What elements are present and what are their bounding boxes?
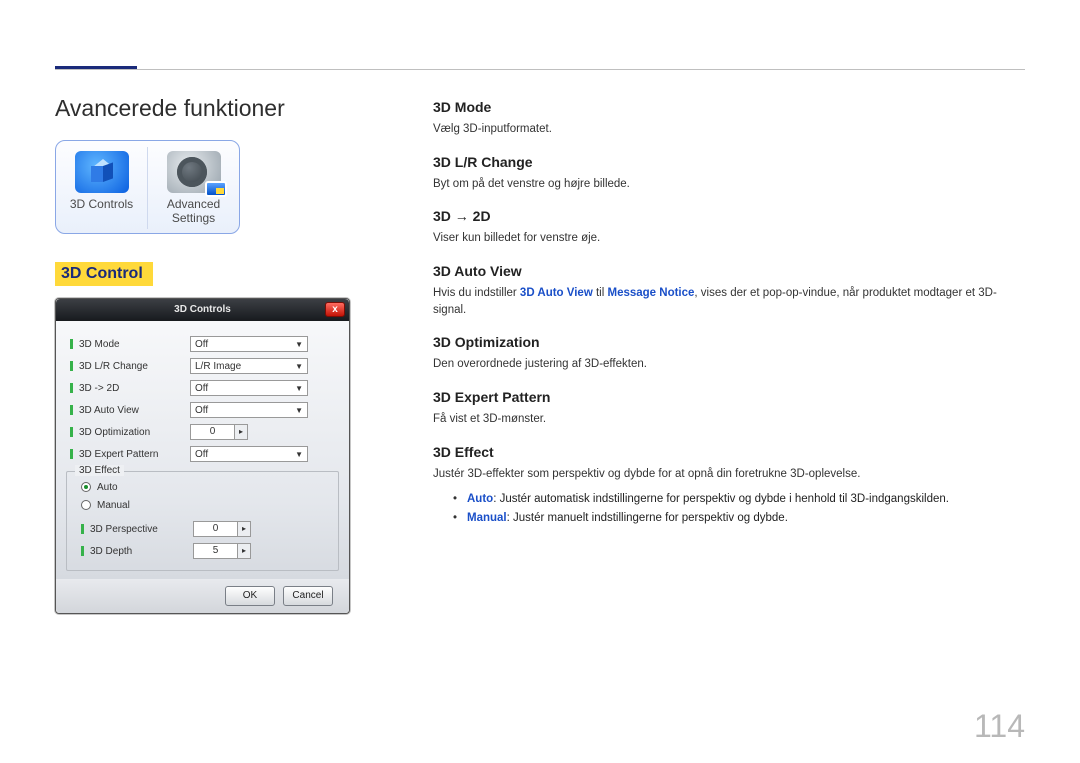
label-3d-to-2d: 3D -> 2D [79, 383, 119, 394]
chevron-down-icon: ▼ [295, 362, 303, 371]
group-3d-effect: 3D Effect Auto Manual 3D Perspective [66, 471, 339, 571]
keyword-message-notice: Message Notice [607, 287, 694, 299]
tile-3d-controls-label: 3D Controls [58, 197, 145, 211]
heading-3d-to-2d: 3D → 2D [433, 208, 1025, 224]
text-3d-auto-view: Hvis du indstiller 3D Auto View til Mess… [433, 285, 1025, 318]
heading-3d-optimization: 3D Optimization [433, 334, 1025, 350]
tile-advanced-label-1: Advanced [150, 197, 237, 211]
spinner-up-icon[interactable]: ▸ [237, 543, 251, 559]
row-3d-auto-view: 3D Auto View Off ▼ [70, 399, 339, 421]
gear-icon [167, 151, 221, 193]
tile-advanced-label-2: Settings [150, 211, 237, 225]
value-3d-mode: Off [195, 339, 208, 350]
chevron-down-icon: ▼ [295, 450, 303, 459]
cube-3d-icon [75, 151, 129, 193]
dropdown-3d-mode[interactable]: Off ▼ [190, 336, 308, 352]
heading-3d-effect: 3D Effect [433, 444, 1025, 460]
row-3d-lr-change: 3D L/R Change L/R Image ▼ [70, 355, 339, 377]
page-title: Avancerede funktioner [55, 95, 385, 122]
keyword-manual: Manual [467, 512, 507, 524]
dialog-button-row: OK Cancel [56, 579, 349, 613]
dialog-title-text: 3D Controls [174, 304, 231, 315]
right-column: 3D Mode Vælg 3D-inputformatet. 3D L/R Ch… [433, 95, 1025, 614]
text-3d-lr-change: Byt om på det venstre og højre billede. [433, 176, 1025, 193]
heading-3d-lr-change: 3D L/R Change [433, 154, 1025, 170]
dropdown-3d-auto-view[interactable]: Off ▼ [190, 402, 308, 418]
value-3d-expert-pattern: Off [195, 449, 208, 460]
row-3d-mode: 3D Mode Off ▼ [70, 333, 339, 355]
label-3d-lr-change: 3D L/R Change [79, 361, 148, 372]
cancel-button[interactable]: Cancel [283, 586, 333, 606]
label-3d-mode: 3D Mode [79, 339, 120, 350]
dialog-3d-controls: 3D Controls x 3D Mode Off ▼ 3D [55, 298, 350, 614]
chevron-down-icon: ▼ [295, 340, 303, 349]
spinner-3d-perspective[interactable]: 0 ▸ [193, 521, 251, 537]
tile-3d-controls[interactable]: 3D Controls [56, 147, 147, 229]
value-3d-lr-change: L/R Image [195, 361, 241, 372]
heading-3d-expert-pattern: 3D Expert Pattern [433, 389, 1025, 405]
heading-3d-mode: 3D Mode [433, 99, 1025, 115]
bullet-manual: Manual: Justér manuelt indstillingerne f… [453, 509, 1025, 527]
chevron-down-icon: ▼ [295, 406, 303, 415]
radio-icon [81, 482, 91, 492]
left-column: Avancerede funktioner 3D Controls Advanc… [55, 95, 385, 614]
spinner-up-icon[interactable]: ▸ [237, 521, 251, 537]
value-3d-perspective: 0 [193, 521, 237, 537]
keyword-3d-auto-view: 3D Auto View [520, 287, 593, 299]
row-3d-depth: 3D Depth 5 ▸ [81, 540, 330, 562]
keyword-auto: Auto [467, 493, 493, 505]
dropdown-3d-expert-pattern[interactable]: Off ▼ [190, 446, 308, 462]
row-3d-optimization: 3D Optimization 0 ▸ [70, 421, 339, 443]
dropdown-3d-lr-change[interactable]: L/R Image ▼ [190, 358, 308, 374]
text-3d-effect: Justér 3D-effekter som perspektiv og dyb… [433, 466, 1025, 483]
header-rule [55, 69, 1025, 70]
value-3d-depth: 5 [193, 543, 237, 559]
label-3d-depth: 3D Depth [90, 546, 132, 557]
dialog-title-bar: 3D Controls x [56, 299, 349, 321]
spinner-3d-depth[interactable]: 5 ▸ [193, 543, 251, 559]
text-3d-expert-pattern: Få vist et 3D-mønster. [433, 411, 1025, 428]
text-3d-mode: Vælg 3D-inputformatet. [433, 121, 1025, 138]
radio-manual[interactable]: Manual [81, 496, 330, 514]
value-3d-auto-view: Off [195, 405, 208, 416]
radio-icon [81, 500, 91, 510]
label-3d-auto-view: 3D Auto View [79, 405, 139, 416]
text-3d-to-2d: Viser kun billedet for venstre øje. [433, 230, 1025, 247]
options-list: 3D Mode Off ▼ 3D L/R Change L/R Image ▼ [66, 329, 339, 467]
icon-panel: 3D Controls Advanced Settings [55, 140, 240, 234]
spinner-up-icon[interactable]: ▸ [234, 424, 248, 440]
spinner-3d-optimization[interactable]: 0 ▸ [190, 424, 248, 440]
bullets-3d-effect: Auto: Justér automatisk indstillingerne … [433, 490, 1025, 527]
value-3d-to-2d: Off [195, 383, 208, 394]
ok-button[interactable]: OK [225, 586, 275, 606]
radio-manual-label: Manual [97, 500, 130, 511]
group-title-3d-effect: 3D Effect [75, 465, 124, 476]
close-icon[interactable]: x [325, 302, 345, 317]
bullet-auto: Auto: Justér automatisk indstillingerne … [453, 490, 1025, 508]
chevron-down-icon: ▼ [295, 384, 303, 393]
radio-auto[interactable]: Auto [81, 478, 330, 496]
row-3d-to-2d: 3D -> 2D Off ▼ [70, 377, 339, 399]
value-3d-optimization: 0 [190, 424, 234, 440]
radio-auto-label: Auto [97, 482, 118, 493]
section-heading-3d-control: 3D Control [55, 262, 153, 286]
text-3d-optimization: Den overordnede justering af 3D-effekten… [433, 356, 1025, 373]
label-3d-perspective: 3D Perspective [90, 524, 158, 535]
label-3d-optimization: 3D Optimization [79, 427, 150, 438]
page-number: 114 [974, 708, 1025, 745]
row-3d-perspective: 3D Perspective 0 ▸ [81, 518, 330, 540]
row-3d-expert-pattern: 3D Expert Pattern Off ▼ [70, 443, 339, 465]
label-3d-expert-pattern: 3D Expert Pattern [79, 449, 158, 460]
tile-advanced-settings[interactable]: Advanced Settings [147, 147, 239, 229]
heading-3d-auto-view: 3D Auto View [433, 263, 1025, 279]
dropdown-3d-to-2d[interactable]: Off ▼ [190, 380, 308, 396]
